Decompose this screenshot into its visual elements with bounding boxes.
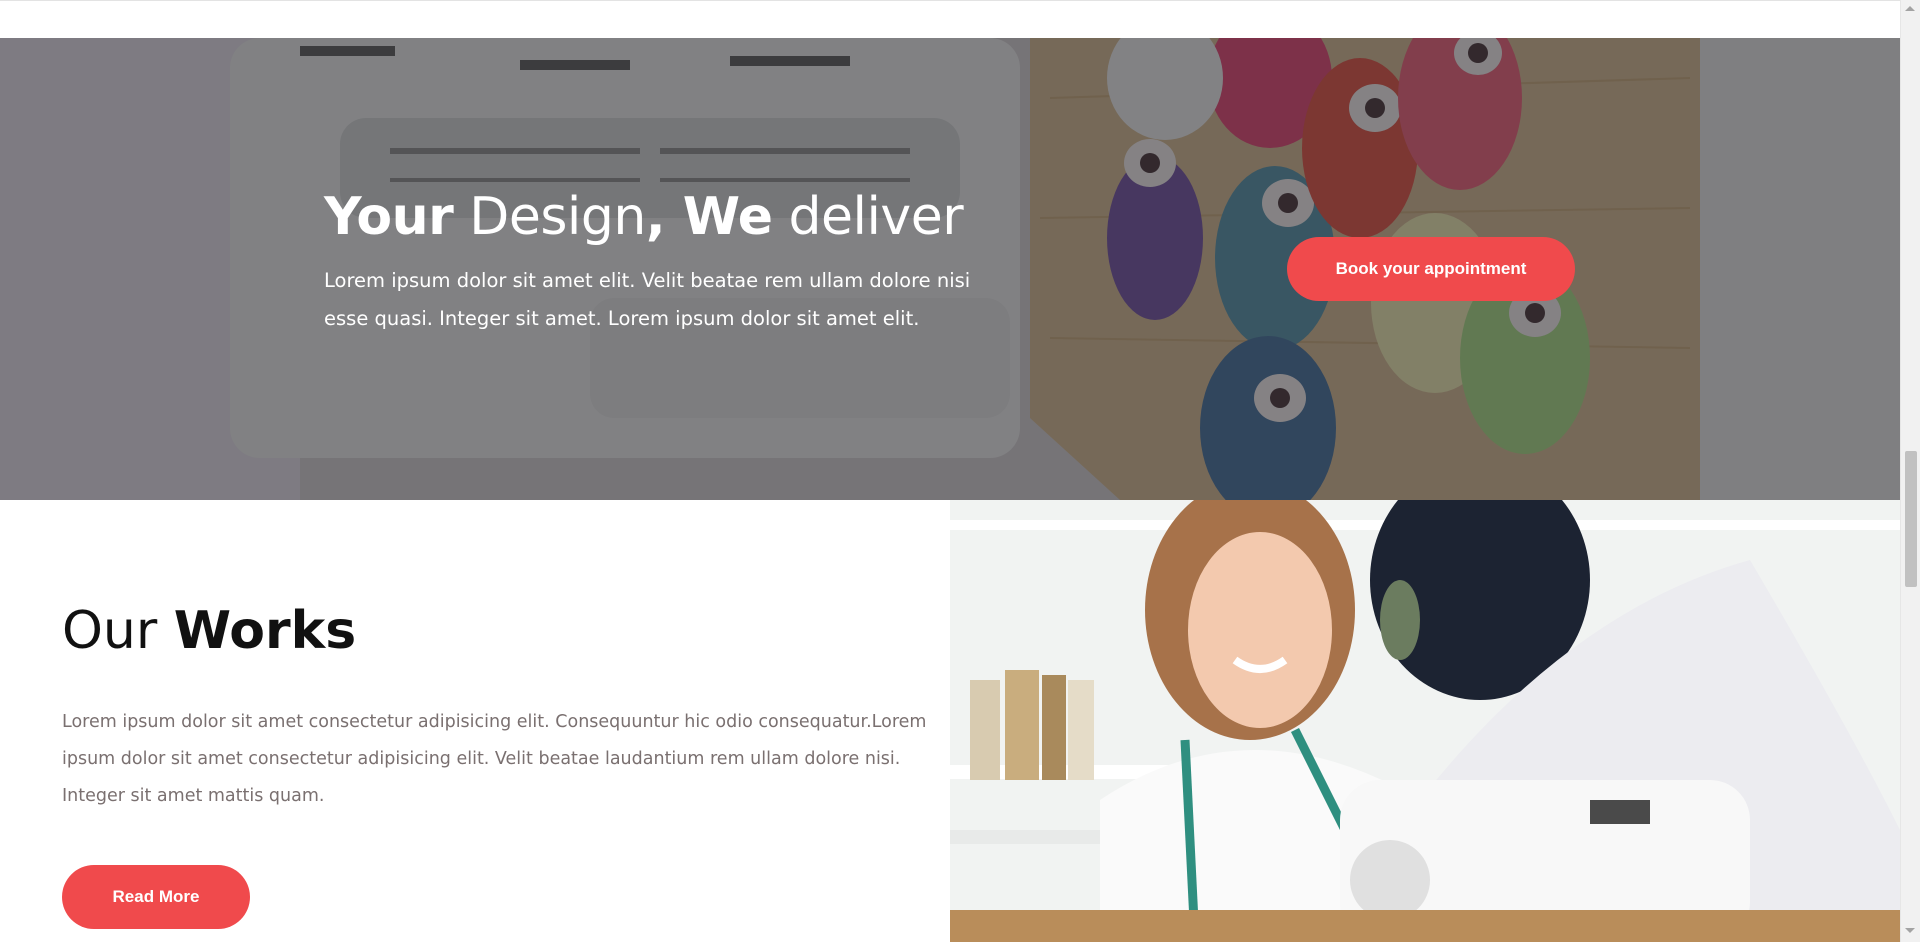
read-more-button[interactable]: Read More (62, 865, 250, 929)
hero-title-light-2: deliver (772, 187, 964, 247)
scroll-up-arrow-icon[interactable] (1905, 6, 1915, 11)
works-title: Our Works (62, 600, 356, 662)
our-works-section: Our Works Lorem ipsum dolor sit amet con… (0, 500, 1900, 942)
hero-title-strong-2: , We (645, 187, 773, 247)
hero-title-strong-1: Your (324, 187, 454, 247)
works-title-light: Our (62, 601, 174, 661)
works-title-strong: Works (173, 601, 357, 661)
seamstress-illustration (950, 500, 1900, 942)
scroll-thumb[interactable] (1905, 451, 1917, 587)
hero-description: Lorem ipsum dolor sit amet elit. Velit b… (324, 269, 971, 330)
vertical-scrollbar[interactable] (1900, 0, 1920, 942)
book-appointment-button[interactable]: Book your appointment (1287, 237, 1575, 301)
works-description: Lorem ipsum dolor sit amet consectetur a… (62, 712, 927, 806)
hero-title-light-1: Design (453, 187, 646, 247)
top-strip (0, 0, 1900, 38)
scroll-down-arrow-icon[interactable] (1905, 928, 1915, 933)
cta-hero-section: Your Design, We deliver Lorem ipsum dolo… (0, 38, 1900, 500)
hero-title: Your Design, We deliver (324, 186, 964, 248)
seamstress-photo (950, 500, 1900, 942)
